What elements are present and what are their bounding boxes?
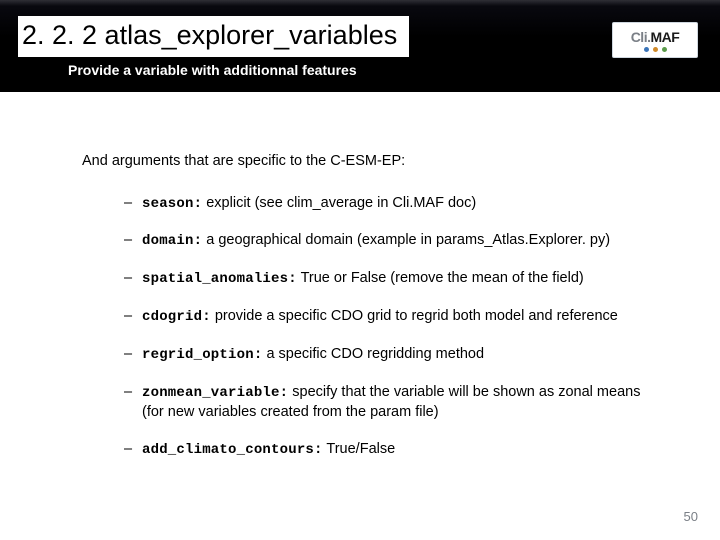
dot-orange-icon — [653, 47, 658, 52]
slide-body: And arguments that are specific to the C… — [0, 92, 720, 460]
argument-list: season: explicit (see clim_average in Cl… — [124, 194, 668, 461]
arg-desc: provide a specific CDO grid to regrid bo… — [211, 308, 618, 324]
dot-blue-icon — [644, 47, 649, 52]
list-item: cdogrid: provide a specific CDO grid to … — [124, 307, 664, 327]
arg-key: spatial_anomalies: — [142, 271, 297, 287]
dot-green-icon — [662, 47, 667, 52]
list-item: domain: a geographical domain (example i… — [124, 231, 664, 251]
list-item: season: explicit (see clim_average in Cl… — [124, 194, 664, 214]
slide-title: 2. 2. 2 atlas_explorer_variables — [22, 20, 397, 50]
list-item: zonmean_variable: specify that the varia… — [124, 383, 664, 422]
arg-desc: a geographical domain (example in params… — [202, 232, 610, 248]
arg-key: regrid_option: — [142, 347, 262, 363]
arg-key: season: — [142, 196, 202, 212]
arg-desc: True/False — [323, 441, 396, 457]
arg-key: domain: — [142, 233, 202, 249]
arg-desc: True or False (remove the mean of the fi… — [297, 270, 584, 286]
list-item: regrid_option: a specific CDO regridding… — [124, 345, 664, 365]
intro-text: And arguments that are specific to the C… — [82, 152, 668, 172]
arg-key: zonmean_variable: — [142, 385, 288, 401]
title-box: 2. 2. 2 atlas_explorer_variables — [18, 16, 409, 57]
list-item: add_climato_contours: True/False — [124, 440, 664, 460]
arg-desc: explicit (see clim_average in Cli.MAF do… — [202, 195, 476, 211]
logo-text-black: MAF — [650, 29, 679, 45]
logo-text: Cli.MAF — [631, 29, 680, 45]
logo-text-grey: Cli. — [631, 29, 651, 45]
slide-header: 2. 2. 2 atlas_explorer_variables Provide… — [0, 0, 720, 92]
list-item: spatial_anomalies: True or False (remove… — [124, 269, 664, 289]
arg-desc: a specific CDO regridding method — [262, 346, 484, 362]
header-gloss — [0, 0, 720, 6]
slide-subtitle: Provide a variable with additionnal feat… — [68, 62, 357, 78]
logo-dots — [644, 47, 667, 52]
arg-key: add_climato_contours: — [142, 442, 323, 458]
climaf-logo: Cli.MAF — [612, 22, 698, 58]
page-number: 50 — [684, 509, 698, 524]
arg-key: cdogrid: — [142, 309, 211, 325]
